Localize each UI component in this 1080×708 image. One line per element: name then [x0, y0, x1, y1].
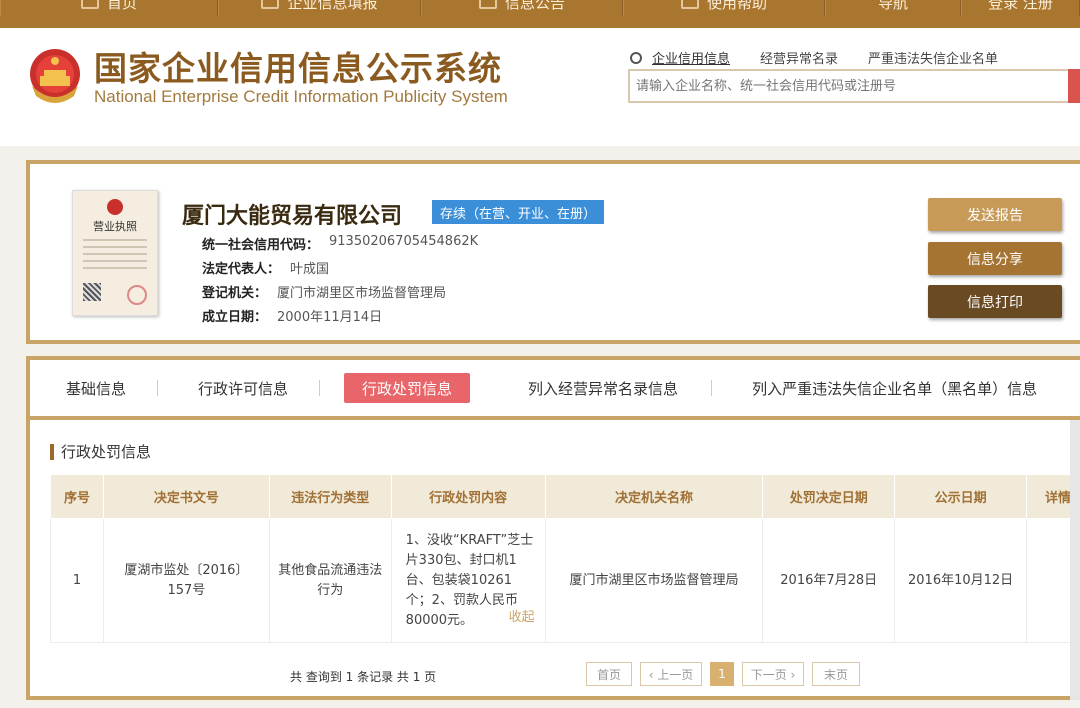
credit-code-label: 统一社会信用代码：: [202, 238, 320, 253]
first-page-button[interactable]: 首页: [586, 662, 632, 686]
tab-blacklist[interactable]: 列入严重违法失信企业名单（黑名单）信息: [712, 378, 1057, 399]
legal-rep-value: 叶成国: [290, 262, 330, 277]
col-no: 序号: [50, 474, 104, 519]
search-tab-abnormal[interactable]: 经营异常名录: [760, 48, 838, 67]
col-penalty-content: 行政处罚内容: [390, 474, 546, 519]
home-icon: [80, 0, 99, 9]
result-panel: 基础信息 行政许可信息 行政处罚信息 列入经营异常名录信息 列入严重违法失信企业…: [26, 356, 1080, 700]
penalty-table: 序号 决定书文号 违法行为类型 行政处罚内容 决定机关名称 处罚决定日期 公示日…: [50, 474, 1080, 643]
site-title-cn: 国家企业信用信息公示系统: [94, 49, 502, 88]
tab-basic-info[interactable]: 基础信息: [30, 378, 159, 399]
col-publish-date: 公示日期: [894, 474, 1028, 519]
pager-info: 共 查询到 1 条记录 共 1 页: [290, 670, 437, 684]
col-decision-date: 处罚决定日期: [762, 474, 896, 519]
seal-icon: [127, 285, 147, 305]
search-input[interactable]: [630, 72, 1070, 100]
site-title-en: National Enterprise Credit Information P…: [94, 87, 508, 106]
cell-no: 1: [50, 518, 104, 643]
scrollbar[interactable]: [1070, 420, 1080, 700]
current-page-button[interactable]: 1: [710, 662, 734, 686]
info-legal-rep: 法定代表人： 叶成国: [202, 258, 329, 277]
cell-doc-no: 厦湖市监处〔2016〕157号: [102, 518, 270, 643]
document-icon: [478, 0, 497, 9]
info-establish-date: 成立日期： 2000年11月14日: [202, 306, 382, 325]
top-nav: 首页 企业信息填报 信息公告 使用帮助 导航 登录 注册: [0, 0, 1080, 28]
legal-rep-label: 法定代表人：: [202, 262, 281, 277]
section-title: 行政处罚信息: [50, 444, 151, 460]
search-button[interactable]: [1068, 69, 1080, 103]
table-header-row: 序号 决定书文号 违法行为类型 行政处罚内容 决定机关名称 处罚决定日期 公示日…: [50, 474, 1080, 519]
cell-authority: 厦门市湖里区市场监督管理局: [544, 518, 764, 643]
edit-icon: [261, 0, 280, 9]
credit-code-value: 91350206705454862K: [329, 234, 479, 249]
next-page-button[interactable]: 下一页 ›: [742, 662, 804, 686]
share-info-button[interactable]: 信息分享: [928, 242, 1062, 275]
info-registration-authority: 登记机关： 厦门市湖里区市场监督管理局: [202, 282, 446, 301]
nav-login-label: 登录 注册: [988, 0, 1053, 12]
search-icon: [630, 51, 642, 64]
prev-page-button[interactable]: ‹ 上一页: [640, 662, 702, 686]
establish-date-value: 2000年11月14日: [277, 310, 383, 325]
authority-label: 登记机关：: [202, 286, 268, 301]
cell-content: 1、没收“KRAFT”芝士片330包、封口机1台、包装袋10261个；2、罚款人…: [390, 518, 546, 643]
company-name: 厦门大能贸易有限公司: [182, 203, 403, 229]
status-badge: 存续（在营、开业、在册）: [432, 200, 605, 224]
cell-publish-date: 2016年10月12日: [894, 518, 1028, 643]
qr-code-icon: [83, 283, 101, 301]
tab-abnormal-list[interactable]: 列入经营异常名录信息: [494, 378, 713, 399]
cell-type: 其他食品流通违法行为: [268, 518, 392, 643]
national-emblem-icon: [30, 49, 80, 103]
col-doc-no: 决定书文号: [102, 474, 270, 519]
tab-admin-permit[interactable]: 行政许可信息: [158, 378, 321, 399]
nav-announcement-label: 信息公告: [504, 0, 565, 12]
nav-home-label: 首页: [106, 0, 137, 12]
nav-navigation[interactable]: 导航: [825, 0, 961, 16]
nav-help[interactable]: 使用帮助: [623, 0, 825, 16]
search-tab-blacklist[interactable]: 严重违法失信企业名单: [868, 48, 998, 67]
nav-enterprise-report[interactable]: 企业信息填报: [218, 0, 421, 16]
last-page-button[interactable]: 末页: [812, 662, 860, 686]
nav-announcement[interactable]: 信息公告: [421, 0, 623, 16]
col-authority: 决定机关名称: [544, 474, 764, 519]
search-tab-credit[interactable]: 企业信用信息: [652, 48, 730, 67]
help-icon: [680, 0, 699, 9]
info-credit-code: 统一社会信用代码： 91350206705454862K: [202, 234, 478, 253]
nav-navigation-label: 导航: [877, 0, 908, 12]
tab-admin-penalty[interactable]: 行政处罚信息: [344, 373, 471, 403]
license-emblem-icon: [107, 199, 123, 215]
collapse-link[interactable]: 收起: [509, 608, 535, 628]
establish-date-label: 成立日期：: [202, 310, 268, 325]
send-report-button[interactable]: 发送报告: [928, 198, 1062, 231]
authority-value: 厦门市湖里区市场监督管理局: [277, 286, 447, 301]
info-tabs: 基础信息 行政许可信息 行政处罚信息 列入经营异常名录信息 列入严重违法失信企业…: [30, 360, 1080, 420]
nav-help-label: 使用帮助: [706, 0, 767, 12]
site-header: 国家企业信用信息公示系统 National Enterprise Credit …: [0, 28, 1080, 146]
business-license-image[interactable]: 营业执照: [72, 190, 158, 316]
company-info-panel: 营业执照 厦门大能贸易有限公司 存续（在营、开业、在册） 统一社会信用代码： 9…: [26, 160, 1080, 344]
license-title: 营业执照: [93, 220, 137, 233]
cell-decision-date: 2016年7月28日: [762, 518, 896, 643]
nav-home[interactable]: 首页: [0, 0, 218, 16]
col-violation-type: 违法行为类型: [268, 474, 392, 519]
search-type-tabs: 企业信用信息 经营异常名录 严重违法失信企业名单: [630, 48, 1028, 67]
print-info-button[interactable]: 信息打印: [928, 285, 1062, 318]
nav-report-label: 企业信息填报: [287, 0, 378, 12]
table-row: 1 厦湖市监处〔2016〕157号 其他食品流通违法行为 1、没收“KRAFT”…: [50, 518, 1080, 643]
pagination: 首页 ‹ 上一页 1 下一页 › 末页: [586, 662, 868, 686]
nav-login-register[interactable]: 登录 注册: [961, 0, 1080, 16]
search-box: [628, 69, 1080, 103]
